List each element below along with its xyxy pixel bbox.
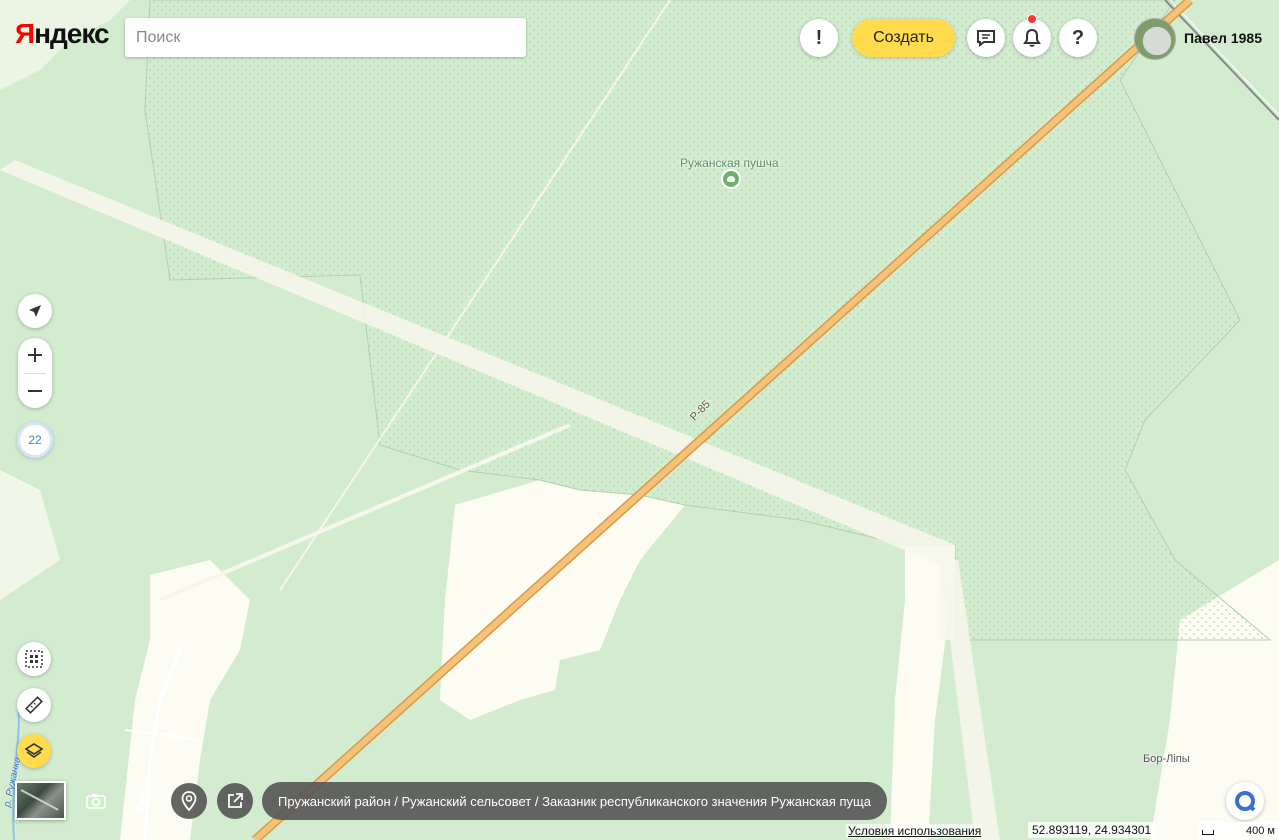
scale-bar [1202,830,1214,835]
create-button[interactable]: Создать [852,19,955,57]
zoom-out-button[interactable] [18,374,52,408]
location-breadcrumb[interactable]: Пружанский район / Ружанский сельсовет /… [262,782,887,820]
zoom-control [18,338,52,408]
yandex-logo[interactable]: Яндекс [15,18,110,50]
external-link-icon [228,793,243,808]
coordinates-readout: 52.893119, 24.934301 [1028,822,1156,838]
panorama-grid-button[interactable] [17,642,51,676]
location-arrow-icon [29,305,41,317]
bell-icon [1023,28,1041,47]
notifications-button[interactable] [1013,19,1051,57]
poi-label[interactable]: Ружанская пушча [680,156,779,170]
alice-icon [1235,791,1256,812]
zoom-level-badge[interactable]: 22 [17,422,53,458]
grid-icon [25,650,43,668]
notification-dot [1027,14,1037,24]
pin-button[interactable] [171,783,207,819]
panorama-man-button[interactable] [125,784,159,818]
report-button[interactable]: ! [800,19,838,57]
zoom-in-button[interactable] [18,338,52,372]
avatar[interactable] [1134,18,1176,60]
ruler-icon [25,696,43,714]
layers-button[interactable] [17,734,51,768]
layers-icon [25,743,43,758]
satellite-toggle[interactable] [15,781,66,820]
username[interactable]: Павел 1985 [1184,30,1262,46]
map-svg [0,0,1279,840]
map-pin-icon [181,791,197,811]
reserve-icon[interactable] [721,169,741,189]
photo-button[interactable] [79,784,113,818]
ruler-button[interactable] [17,688,51,722]
minus-icon [28,390,42,392]
terms-link[interactable]: Условия использования [846,824,984,838]
search-input[interactable] [125,18,526,57]
exclamation-icon: ! [815,26,823,49]
geolocation-button[interactable] [18,294,52,328]
share-button[interactable] [217,783,253,819]
scale-label: 400 м [1246,825,1275,837]
chat-icon [977,30,995,47]
village-label[interactable]: Бор-Ліпы [1143,753,1190,765]
question-icon: ? [1071,26,1085,49]
sat-road [20,789,59,811]
plus-icon [28,348,42,362]
alice-button[interactable] [1226,782,1264,820]
map-canvas[interactable]: Ружанская пушча Р-85 Бор-Ліпы р. Ружанка [0,0,1279,840]
person-icon [134,792,150,811]
scale-indicator: 400 м [1199,822,1279,840]
messages-button[interactable] [967,19,1005,57]
camera-icon [86,794,106,809]
help-button[interactable]: ? [1059,19,1097,57]
